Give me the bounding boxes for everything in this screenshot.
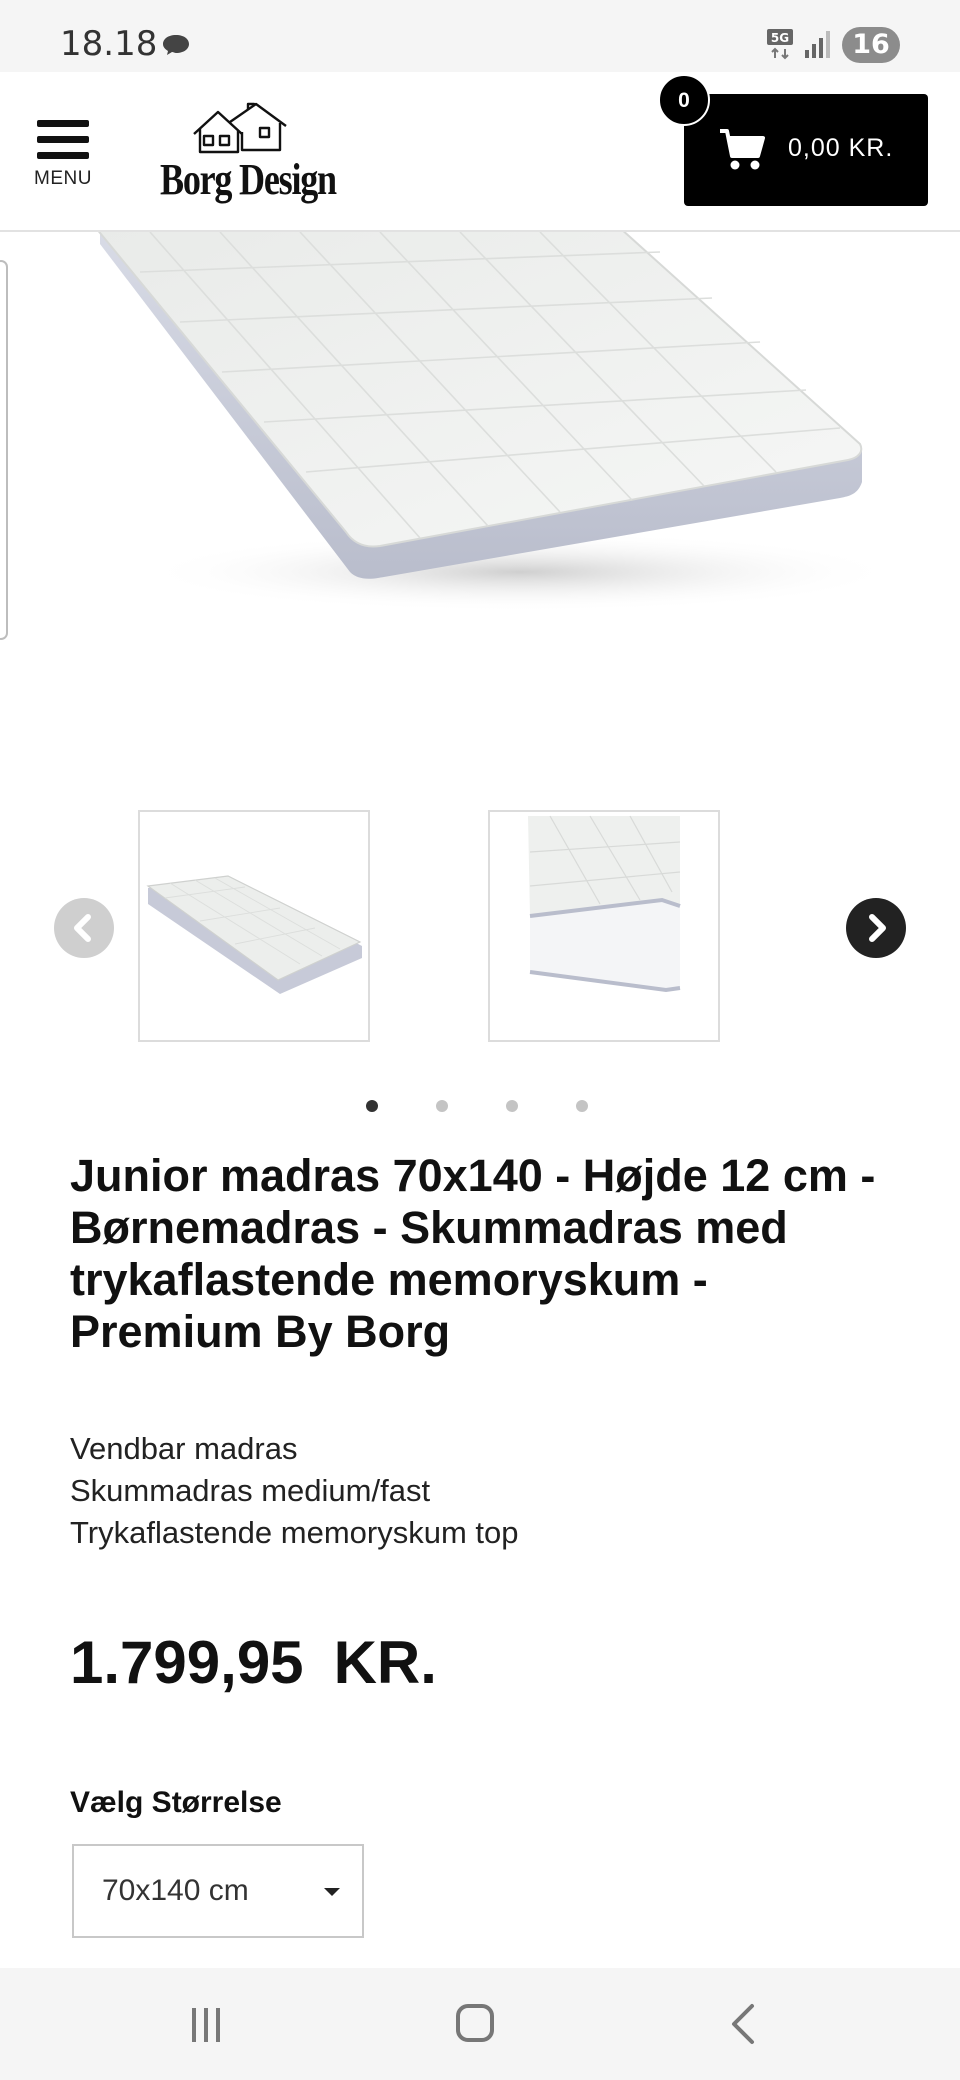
feature-item: Skummadras medium/fast <box>70 1473 431 1508</box>
carousel-dot-2[interactable] <box>436 1100 448 1112</box>
borg-design-logo[interactable]: Borg Design <box>156 102 346 206</box>
back-button[interactable] <box>728 2002 758 2046</box>
thumbnail-mattress-image <box>146 875 362 994</box>
price-currency: KR. <box>333 1629 437 1696</box>
status-time: 18.18 <box>60 24 158 64</box>
previous-image-edge <box>0 260 8 640</box>
product-title: Junior madras 70x140 - Højde 12 cm - Bør… <box>70 1150 876 1357</box>
svg-text:5G: 5G <box>771 31 789 45</box>
cart-button[interactable]: 0,00 KR. <box>684 94 928 206</box>
chevron-left-icon <box>74 914 91 942</box>
home-button[interactable] <box>456 2004 494 2042</box>
carousel-prev-button[interactable] <box>54 898 114 958</box>
size-label: Vælg Størrelse <box>70 1786 282 1819</box>
status-bar: 18.18 5G 16 <box>0 0 960 72</box>
chat-bubble-icon <box>163 35 189 55</box>
thumbnail-mattress-closeup-image <box>528 815 681 1016</box>
size-selected-value: 70x140 cm <box>102 1874 249 1907</box>
site-header: MENU Borg Design 0,00 KR. 0 <box>0 72 960 232</box>
menu-label: MENU <box>34 168 92 189</box>
chevron-right-icon <box>869 914 886 942</box>
recent-apps-button[interactable] <box>186 2004 226 2044</box>
mattress-image <box>97 232 900 612</box>
cart-count-badge: 0 <box>658 74 710 126</box>
shopping-cart-icon <box>720 129 765 170</box>
menu-button[interactable]: MENU <box>32 120 94 200</box>
cart-total: 0,00 KR. <box>788 134 894 162</box>
product-features: Vendbar madras Skummadras medium/fast Tr… <box>70 1428 870 1554</box>
carousel-next-button[interactable] <box>846 898 906 958</box>
carousel-dot-4[interactable] <box>576 1100 588 1112</box>
5g-icon: 5G <box>767 29 793 60</box>
price-amount: 1.799,95 <box>70 1629 304 1696</box>
thumbnail-1[interactable] <box>138 810 370 1042</box>
carousel-dots <box>360 1100 600 1116</box>
feature-item: Vendbar madras <box>70 1431 298 1466</box>
battery-icon: 16 <box>842 27 900 63</box>
hamburger-icon <box>32 120 94 159</box>
carousel-dot-1[interactable] <box>366 1100 378 1112</box>
feature-item: Trykaflastende memoryskum top <box>70 1515 519 1550</box>
signal-icon <box>805 31 830 58</box>
product-price: 1.799,95 KR. <box>70 1628 437 1697</box>
thumbnail-2[interactable] <box>488 810 720 1042</box>
main-product-image[interactable] <box>0 232 960 752</box>
logo-text: Borg Design <box>160 155 337 204</box>
caret-down-icon <box>324 1888 340 1896</box>
houses-logo-icon <box>193 102 287 154</box>
carousel-dot-3[interactable] <box>506 1100 518 1112</box>
system-nav-bar <box>0 1968 960 2080</box>
size-select[interactable]: 70x140 cm <box>72 1844 364 1938</box>
